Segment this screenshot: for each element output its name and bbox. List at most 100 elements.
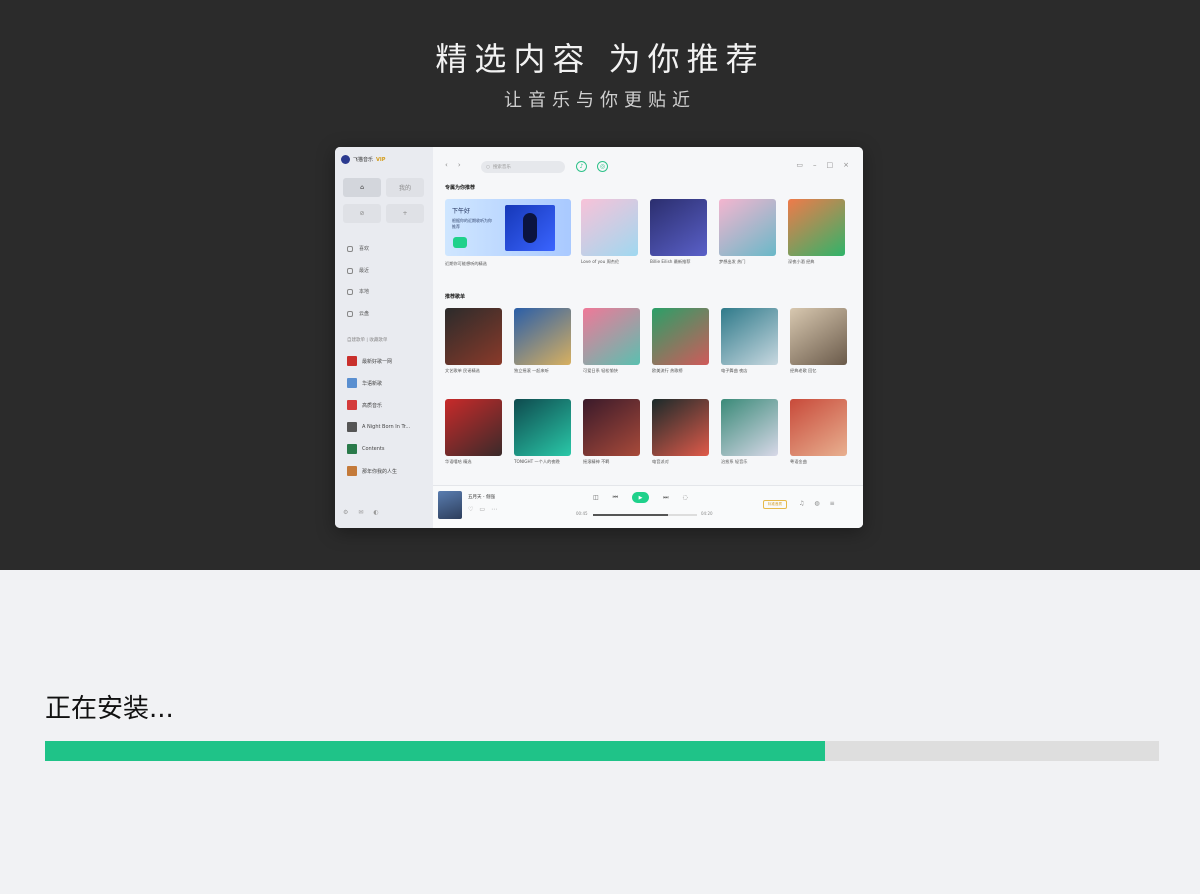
album-caption: Love of you 周杰伦 (581, 259, 620, 264)
listen-icon: ♪ (576, 161, 587, 172)
album-cover (514, 399, 571, 456)
album-cover (721, 399, 778, 456)
effect-icon: ♫ (799, 500, 805, 507)
logo-icon (341, 155, 350, 164)
preview-brand: 飞猫音乐 VIP (341, 155, 385, 164)
queue-icon: ≡ (829, 500, 835, 507)
album-card: Billie Eilish 最新推荐 (650, 199, 707, 272)
album-caption: 欧美流行 热歌榜 (652, 368, 683, 373)
nav-label: 最近 (359, 268, 370, 274)
album-cover (583, 399, 640, 456)
time-elapsed: 00:45 (576, 511, 588, 516)
feature-caption: 近期你可能想听的精选 (445, 261, 487, 266)
playlist-item: 那年你我的人生 (347, 466, 397, 476)
album-caption: 摇滚精神 不羁 (583, 459, 610, 464)
album-caption: 治愈系 轻音乐 (721, 459, 748, 464)
nav-arrows: ‹› (445, 161, 471, 169)
hero-title: 精选内容 为你推荐 (435, 40, 765, 78)
playlist-label: 华语新歌 (362, 380, 383, 387)
playlist-item: 高质音乐 (347, 400, 382, 410)
album-caption: 粤语金曲 (790, 459, 807, 464)
nav-label: 喜欢 (359, 246, 370, 252)
install-progress-bar (45, 741, 1159, 761)
album-cover (788, 199, 845, 256)
hero-subtitle: 让音乐与你更贴近 (504, 90, 696, 111)
album-card: TONIGHT 一个人的夜晚 (514, 399, 571, 472)
close-icon: × (843, 161, 849, 169)
player-right-icons: ♫ ◍ ≡ (799, 500, 835, 507)
playlist-thumb (347, 422, 357, 432)
install-progress-fill (45, 741, 825, 761)
album-card: 文艺歌单 民谣精选 (445, 308, 502, 381)
playlist-label: A Night Born In Tr... (362, 424, 411, 430)
next-icon: ⏭ (663, 493, 669, 501)
playlist-item: 华语新歌 (347, 378, 382, 388)
feature-title: 下午好 (452, 208, 471, 215)
album-card: 摇滚精神 不羁 (583, 399, 640, 472)
feature-card: 下午好 根据你的近期收听为你推荐 (445, 199, 571, 256)
album-caption: TONIGHT 一个人的夜晚 (514, 459, 560, 464)
album-card: 梦想出发 热门 (719, 199, 776, 272)
album-cover (790, 399, 847, 456)
volume-icon: ◍ (814, 500, 820, 507)
more-icon: ⋯ (491, 506, 504, 513)
playlist-label: Contents (362, 446, 385, 452)
album-card: 深夜小酒 经典 (788, 199, 845, 272)
like-icon: ♡ (468, 506, 480, 513)
playlist-item: Contents (347, 444, 385, 454)
album-caption: 电子舞曲 夜店 (721, 368, 748, 373)
search-placeholder: 搜索音乐 (492, 165, 511, 170)
playlist-thumb (347, 378, 357, 388)
playlist-thumb (347, 466, 357, 476)
album-card: 欧美流行 热歌榜 (652, 308, 709, 381)
preview-sidebar: 飞猫音乐 VIP ⌂ 我的 ⊘ + 喜欢 最近 本地 云盘 自建歌单 | 收藏歌… (335, 147, 433, 528)
back-icon: ‹ (445, 161, 458, 169)
nav-item-like: 喜欢 (347, 245, 369, 252)
preview-player-bar: 五月天 - 倔强 ♡▭⋯ ◫ ⏮ ▶ ⏭ ◌ 00:45 04:20 标准音质 … (433, 485, 863, 528)
album-card: 粤语金曲 (790, 399, 847, 472)
playback-progress-fill (593, 514, 668, 516)
album-card: 电音派对 (652, 399, 709, 472)
nav-item-cloud: 云盘 (347, 310, 369, 317)
skin-icon: ◐ (373, 509, 379, 516)
album-cover (581, 199, 638, 256)
album-card: 经典老歌 回忆 (790, 308, 847, 381)
album-caption: 梦想出发 热门 (719, 259, 746, 264)
album-card: 电子舞曲 夜店 (721, 308, 778, 381)
settings-icon: ⚙ (343, 509, 349, 516)
nav-label: 云盘 (359, 311, 370, 317)
section-title-recommend: 专属为你推荐 (445, 185, 476, 191)
playlist-label: 那年你我的人生 (362, 468, 398, 475)
now-playing-title: 五月天 - 倔强 (468, 495, 495, 500)
playlist-item: 最新好歌一网 (347, 356, 392, 366)
heart-icon (347, 245, 353, 252)
album-cover (514, 308, 571, 365)
nav-item-local: 本地 (347, 288, 369, 295)
hero-banner: 精选内容 为你推荐 让音乐与你更贴近 飞猫音乐 VIP ⌂ 我的 ⊘ + 喜欢 … (0, 0, 1200, 570)
playlist-thumb (347, 400, 357, 410)
clock-icon (347, 267, 353, 274)
mail-icon: ✉ (358, 509, 364, 516)
window-controls: ▭ – □ × (796, 161, 849, 169)
nav-label: 本地 (359, 289, 370, 295)
album-cover (721, 308, 778, 365)
minimize-icon: – (813, 161, 817, 169)
recognize-icon: ◎ (597, 161, 608, 172)
home-icon: ⌂ (343, 178, 381, 197)
album-card: 治愈系 轻音乐 (721, 399, 778, 472)
album-caption: 深夜小酒 经典 (788, 259, 815, 264)
cloud-icon (347, 310, 353, 317)
play-pause-icon: ▶ (632, 492, 650, 503)
album-card: 可爱日系 轻松愉快 (583, 308, 640, 381)
add-icon: + (386, 204, 424, 223)
playback-controls: ◫ ⏮ ▶ ⏭ ◌ (593, 492, 688, 503)
album-cover (652, 308, 709, 365)
album-card: 独立摇滚 一起来听 (514, 308, 571, 381)
album-cover (445, 308, 502, 365)
feature-subtitle: 根据你的近期收听为你推荐 (452, 218, 492, 229)
playlist-section-label: 自建歌单 | 收藏歌单 (347, 338, 388, 343)
side-button-mine: 我的 (386, 178, 424, 197)
playlist-thumb (347, 444, 357, 454)
forward-icon: › (457, 161, 471, 169)
song-actions: ♡▭⋯ (468, 506, 503, 513)
